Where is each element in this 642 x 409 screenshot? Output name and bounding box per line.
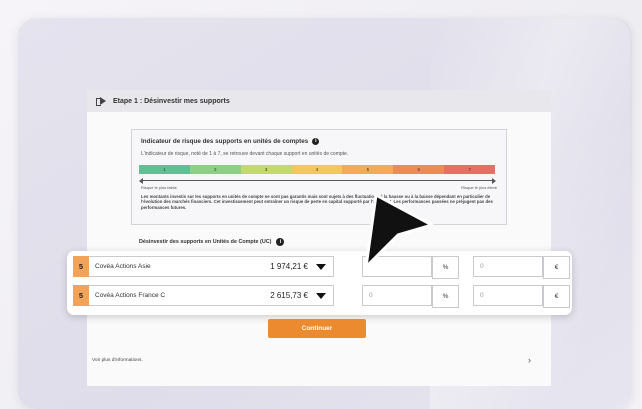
risk-level-2: 2 — [189, 165, 241, 174]
risk-disclaimer: Les montants investis sur les supports e… — [141, 194, 493, 210]
risk-arrow-line — [141, 180, 493, 181]
risk-subtitle: L'indicateur de risque, noté de 1 à 7, s… — [141, 151, 349, 157]
euro-unit: € — [543, 256, 570, 279]
risk-badge: 5 — [73, 285, 89, 306]
fund-amount: 2 615,73 € — [270, 291, 308, 300]
risk-level-5: 5 — [342, 165, 394, 174]
risk-level-3: 3 — [240, 165, 292, 174]
risk-badge: 5 — [73, 256, 89, 277]
step-title: Etape 1 : Désinvestir mes supports — [113, 97, 230, 105]
info-icon[interactable]: i — [276, 238, 285, 246]
fund-select[interactable]: Covéa Actions France C 2 615,73 € — [89, 285, 334, 306]
arrow-left-icon — [139, 177, 143, 184]
cursor-pointer-icon — [364, 193, 434, 269]
percent-value: 0 — [369, 292, 373, 299]
percent-unit: % — [432, 285, 459, 308]
caret-down-icon[interactable] — [316, 292, 326, 299]
fund-row: 5 Covéa Actions Asie 1 974,21 € — [73, 256, 334, 277]
euro-input[interactable]: 0 — [473, 256, 543, 277]
risk-high-label: Risque le plus élevé — [461, 185, 497, 190]
fund-name: Covéa Actions France C — [95, 292, 166, 299]
risk-level-6: 6 — [393, 165, 445, 174]
risk-low-label: Risque le plus faible — [141, 185, 177, 190]
risk-title: Indicateur de risque des supports en uni… — [141, 138, 320, 146]
risk-level-7: 7 — [444, 165, 496, 174]
step-header: Etape 1 : Désinvestir mes supports — [87, 90, 551, 112]
more-info-link[interactable]: Voir plus d'informations. — [92, 358, 143, 363]
risk-level-1: 1 — [139, 165, 190, 174]
euro-unit: € — [543, 285, 570, 308]
logout-arrow-icon — [96, 97, 106, 106]
caret-down-icon[interactable] — [316, 263, 326, 270]
fund-select[interactable]: Covéa Actions Asie 1 974,21 € — [89, 256, 334, 277]
fund-row: 5 Covéa Actions France C 2 615,73 € — [73, 285, 334, 306]
euro-value: 0 — [480, 263, 484, 270]
risk-level-4: 4 — [291, 165, 343, 174]
risk-title-text: Indicateur de risque des supports en uni… — [141, 138, 309, 146]
percent-input[interactable]: 0 — [362, 285, 432, 306]
info-icon[interactable]: i — [312, 138, 320, 145]
arrow-right-icon — [492, 177, 496, 184]
divest-title: Désinvestir des supports en Unités de Co… — [139, 238, 285, 246]
fund-amount: 1 974,21 € — [270, 262, 308, 271]
risk-indicator-box: Indicateur de risque des supports en uni… — [131, 129, 507, 225]
euro-value: 0 — [480, 292, 484, 299]
continue-button[interactable]: Continuer — [268, 319, 366, 338]
fund-name: Covéa Actions Asie — [95, 263, 151, 270]
euro-input[interactable]: 0 — [473, 285, 543, 306]
chevron-right-icon[interactable]: › — [528, 356, 531, 365]
risk-scale: 1234567 — [139, 165, 496, 174]
divest-title-text: Désinvestir des supports en Unités de Co… — [139, 239, 272, 245]
